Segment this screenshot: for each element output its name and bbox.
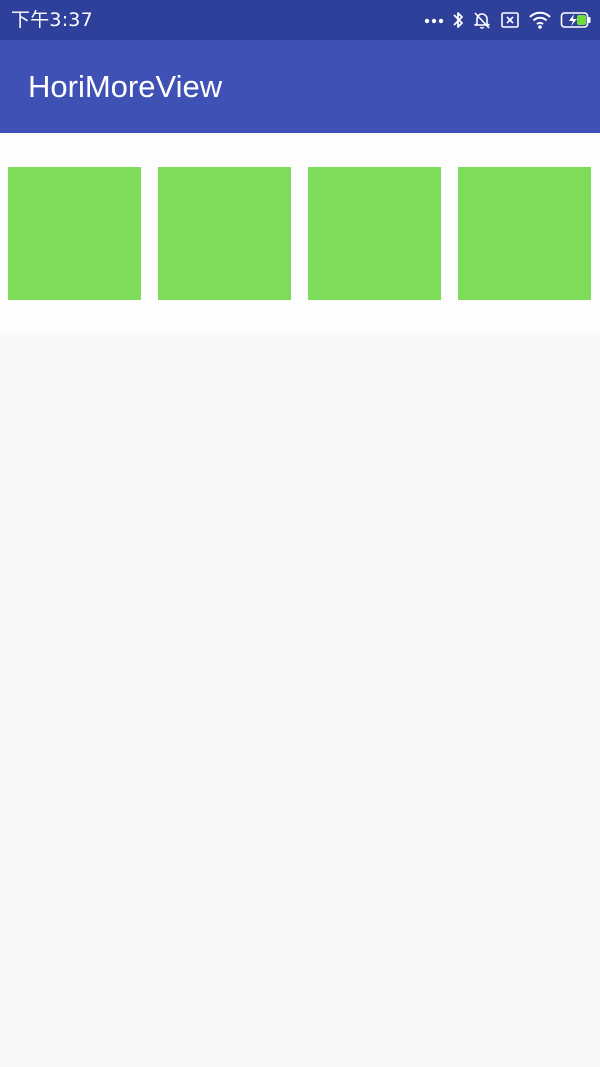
list-item-tile[interactable]: [158, 167, 291, 300]
app-bar: HoriMoreView: [0, 40, 600, 133]
app-title: HoriMoreView: [28, 69, 223, 104]
bluetooth-icon: [452, 8, 464, 32]
status-time: 下午3:37: [11, 9, 93, 31]
muted-bell-icon: [472, 8, 492, 32]
sim-card-icon: [500, 8, 520, 32]
content-area: [0, 333, 600, 1067]
battery-charging-icon: [560, 8, 592, 32]
status-icons: [424, 8, 592, 32]
wifi-icon: [528, 8, 552, 32]
list-item-tile[interactable]: [458, 167, 591, 300]
list-item-tile[interactable]: [308, 167, 441, 300]
more-dots-icon: [424, 8, 444, 32]
horizontal-more-list[interactable]: [0, 133, 600, 333]
list-item-tile[interactable]: [8, 167, 141, 300]
status-bar: 下午3:37: [0, 0, 600, 40]
